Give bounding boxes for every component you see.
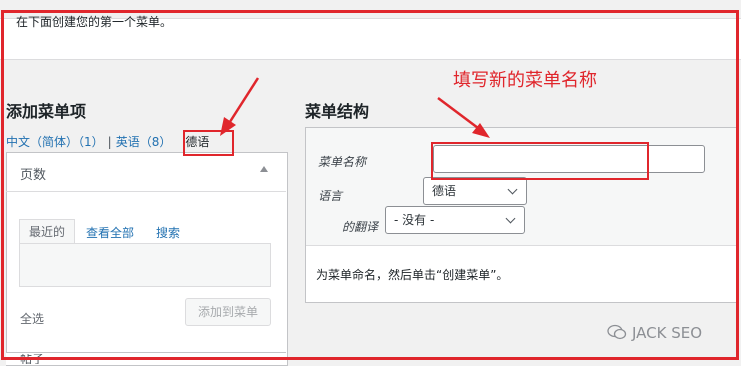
arrow-to-name-input-icon xyxy=(437,97,490,138)
arrow-to-language-icon xyxy=(220,77,260,136)
annotation-arrows xyxy=(220,77,490,138)
wechat-logo-icon xyxy=(607,324,627,340)
watermark-text: JACK SEO xyxy=(632,324,703,342)
